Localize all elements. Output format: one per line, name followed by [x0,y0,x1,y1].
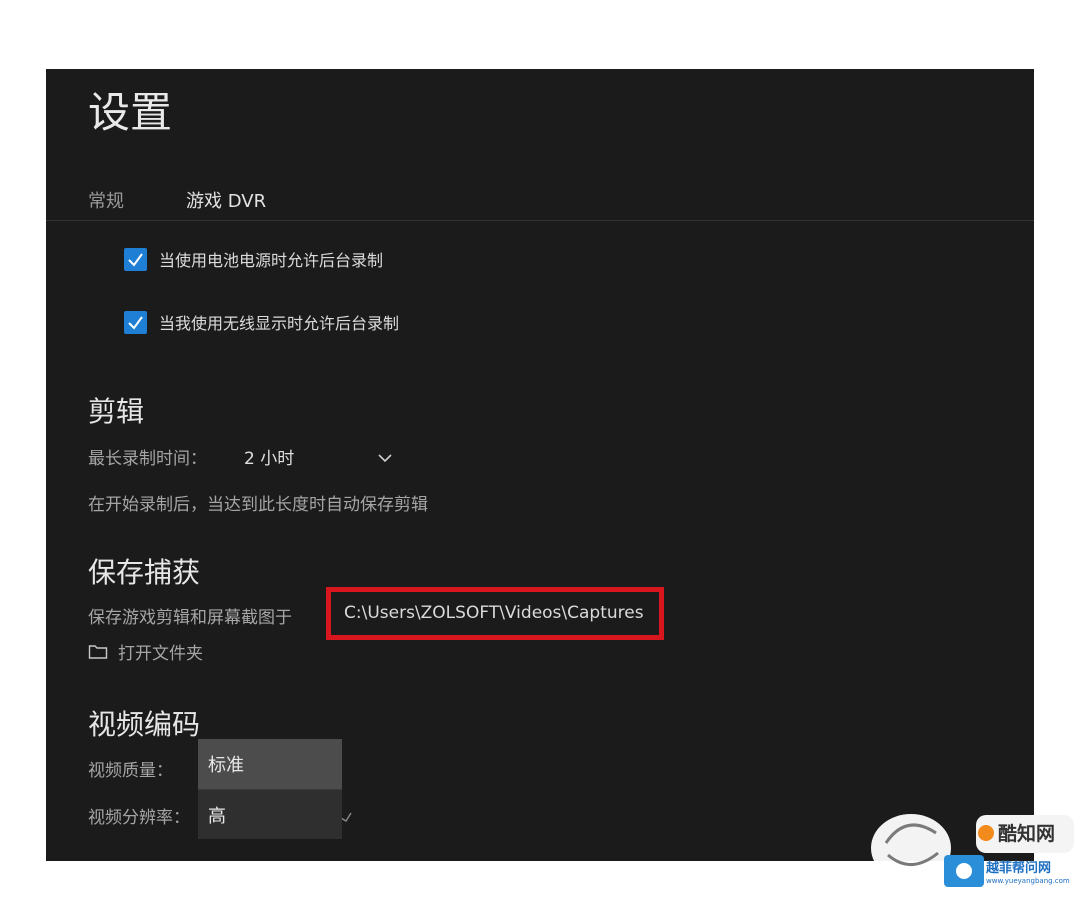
watermark-subtitle: 越菲帮问网 [986,861,1052,876]
tab-general[interactable]: 常规 [88,187,124,213]
wireless-recording-checkbox[interactable] [124,310,147,334]
settings-window: 设置 常规 游戏 DVR 当使用电池电源时允许后台录制 当我使用无线显示时允许后… [46,69,1034,861]
battery-recording-checkbox[interactable] [124,247,147,271]
page-title: 设置 [88,88,173,137]
checkmark-icon [128,252,143,267]
watermark: 酷知网 越菲帮问网 www.yueyangbang.com [826,793,1076,893]
clips-description: 在开始录制后，当达到此长度时自动保存剪辑 [88,495,428,515]
tab-game-dvr[interactable]: 游戏 DVR [186,187,266,213]
video-encoding-heading: 视频编码 [88,708,201,741]
dropdown-option-high[interactable]: 高 [198,789,342,839]
wireless-recording-label: 当我使用无线显示时允许后台录制 [159,314,400,333]
watermark-title: 酷知网 [998,823,1056,845]
save-path-value: C:\Users\ZOLSOFT\Videos\Captures [344,603,644,623]
wireless-recording-option[interactable]: 当我使用无线显示时允许后台录制 [124,310,399,334]
clips-heading: 剪辑 [88,395,145,428]
video-resolution-label: 视频分辨率： [88,808,190,828]
tab-divider [46,220,1034,221]
max-length-dropdown[interactable]: 2 小时 [244,444,294,469]
chevron-down-icon[interactable] [378,448,392,467]
video-quality-label: 视频质量： [88,761,173,781]
battery-recording-label: 当使用电池电源时允许后台录制 [159,251,384,270]
battery-recording-option[interactable]: 当使用电池电源时允许后台录制 [124,247,383,271]
save-location-label: 保存游戏剪辑和屏幕截图于 [88,608,292,628]
folder-icon [88,644,108,659]
watermark-url: www.yueyangbang.com [986,877,1070,885]
save-captures-heading: 保存捕获 [88,556,201,589]
video-quality-dropdown[interactable]: 标准 高 [198,739,342,839]
checkmark-icon [128,315,143,330]
dropdown-option-standard[interactable]: 标准 [198,739,342,789]
open-folder-link[interactable]: 打开文件夹 [88,639,203,664]
open-folder-label: 打开文件夹 [118,644,203,664]
max-length-label: 最长录制时间： [88,449,207,469]
